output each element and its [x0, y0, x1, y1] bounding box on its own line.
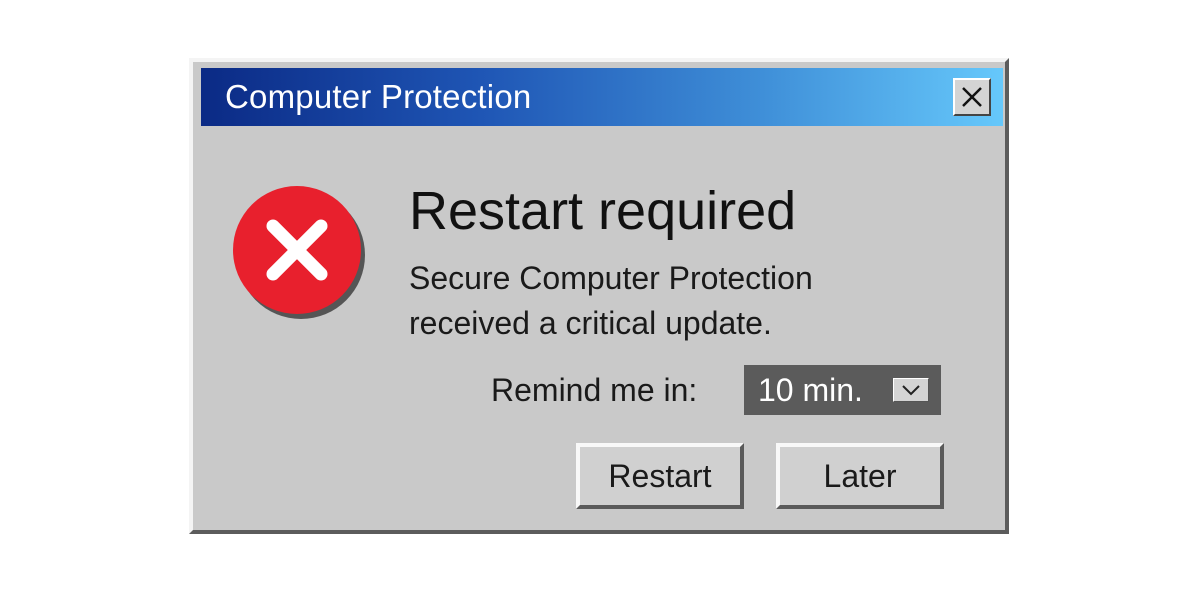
restart-button[interactable]: Restart — [576, 443, 744, 509]
error-icon — [233, 186, 365, 319]
window-title: Computer Protection — [225, 78, 532, 115]
title-bar: Computer Protection — [201, 68, 1003, 126]
chevron-down-icon — [902, 385, 920, 396]
remind-label: Remind me in: — [491, 372, 698, 408]
dropdown-toggle[interactable] — [893, 378, 929, 402]
message-line-2: received a critical update. — [409, 305, 772, 341]
close-button[interactable] — [953, 78, 991, 116]
message-text: Secure Computer Protection received a cr… — [409, 256, 813, 346]
dialog-window: Computer Protection Restart required Sec… — [189, 58, 1009, 534]
headline: Restart required — [409, 181, 797, 241]
later-button[interactable]: Later — [776, 443, 944, 509]
close-icon — [962, 87, 982, 107]
remind-dropdown[interactable]: 10 min. — [744, 365, 941, 415]
remind-selected-value: 10 min. — [758, 371, 863, 408]
message-line-1: Secure Computer Protection — [409, 260, 813, 296]
